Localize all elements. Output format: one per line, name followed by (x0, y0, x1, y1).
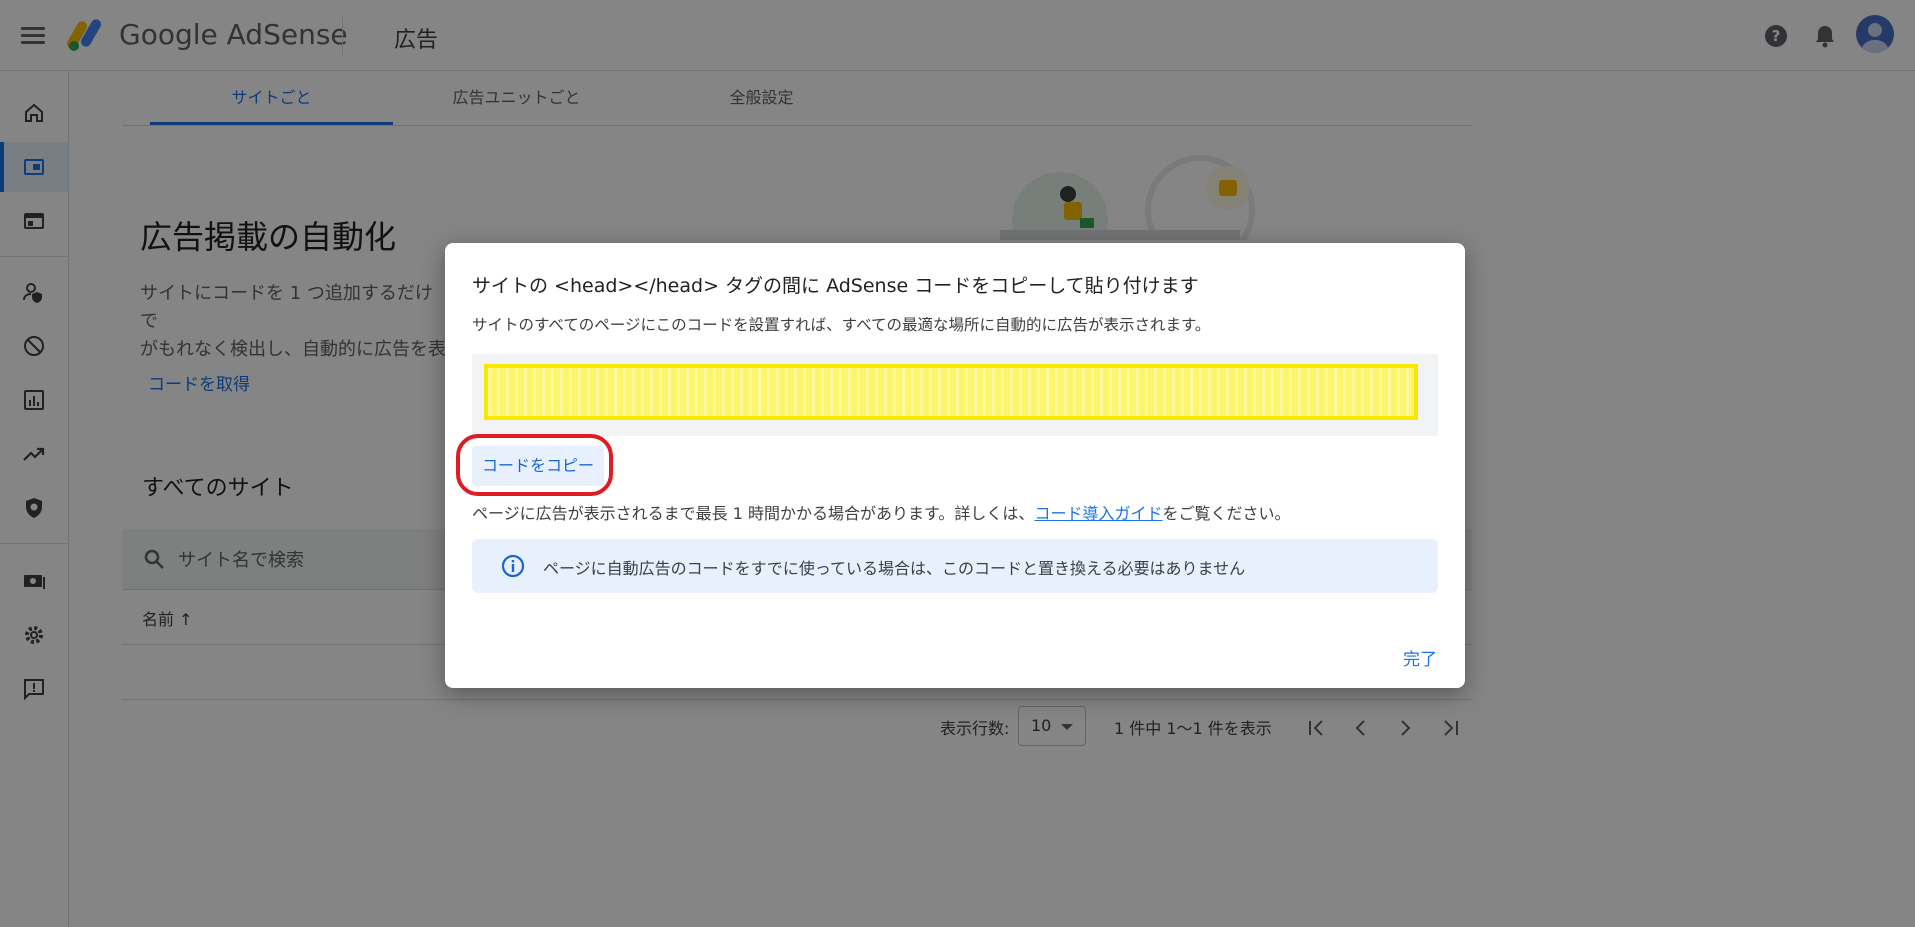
dialog-note: ページに広告が表示されるまで最長 1 時間かかる場合があります。詳しくは、コード… (472, 500, 1290, 524)
code-snippet-box[interactable] (472, 354, 1438, 436)
info-banner: ページに自動広告のコードをすでに使っている場合は、このコードと置き換える必要はあ… (472, 539, 1438, 593)
note-text-after: をご覧ください。 (1162, 504, 1291, 523)
redacted-code (484, 364, 1418, 420)
code-guide-link[interactable]: コード導入ガイド (1034, 504, 1162, 523)
info-icon (501, 554, 525, 578)
copy-code-button[interactable]: コードをコピー (472, 446, 605, 486)
dialog-subtitle: サイトのすべてのページにこのコードを設置すれば、すべての最適な場所に自動的に広告… (472, 316, 1211, 334)
info-text: ページに自動広告のコードをすでに使っている場合は、このコードと置き換える必要はあ… (543, 559, 1246, 578)
done-button[interactable]: 完了 (1403, 645, 1437, 670)
note-text-before: ページに広告が表示されるまで最長 1 時間かかる場合があります。詳しくは、 (472, 504, 1035, 523)
copy-code-dialog: サイトの <head></head> タグの間に AdSense コードをコピー… (445, 243, 1465, 688)
dialog-title: サイトの <head></head> タグの間に AdSense コードをコピー… (472, 275, 1199, 297)
